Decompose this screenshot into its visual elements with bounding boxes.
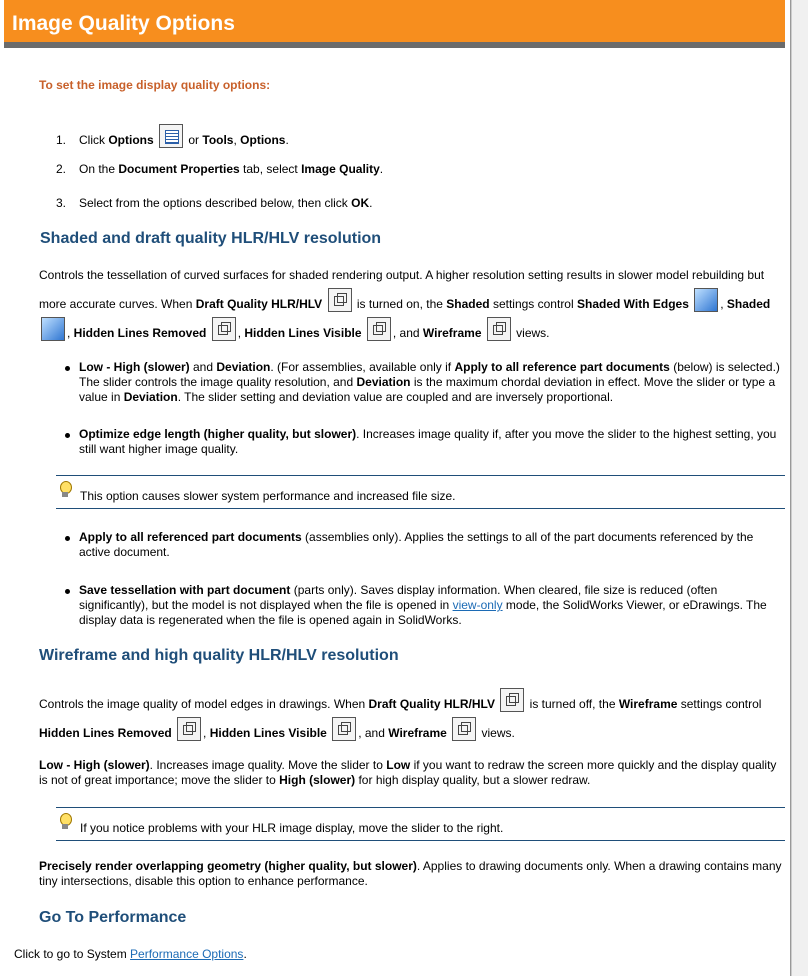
list-item: Apply to all referenced part documents (…	[56, 530, 784, 560]
step-1: 1. Click Options or Tools, Options.	[56, 124, 289, 148]
view-only-link[interactable]: view-only	[453, 598, 503, 612]
section-heading-wireframe: Wireframe and high quality HLR/HLV resol…	[39, 647, 399, 664]
step-2: 2. On the Document Properties tab, select…	[56, 162, 384, 176]
bullet-icon	[65, 433, 70, 438]
go-to-performance-text: Click to go to System Performance Option…	[14, 947, 247, 961]
bullet-icon	[65, 366, 70, 371]
hidden-lines-removed-icon[interactable]	[177, 717, 202, 741]
performance-options-link[interactable]: Performance Options	[130, 947, 243, 961]
page-title: Image Quality Options	[12, 12, 235, 35]
draft-quality-icon[interactable]	[500, 688, 525, 712]
shaded-icon[interactable]	[41, 317, 65, 341]
hidden-lines-visible-icon[interactable]	[366, 317, 391, 341]
lightbulb-icon	[58, 481, 72, 499]
hidden-lines-removed-icon[interactable]	[211, 317, 236, 341]
shaded-with-edges-icon[interactable]	[694, 288, 719, 312]
wireframe-icon[interactable]	[452, 717, 477, 741]
title-bar: Image Quality Options	[4, 0, 785, 48]
intro-text: To set the image display quality options…	[39, 78, 271, 92]
bullet-icon	[65, 536, 70, 541]
wireframe-icon[interactable]	[486, 317, 511, 341]
vertical-scrollbar[interactable]	[791, 0, 808, 976]
precise-render-paragraph: Precisely render overlapping geometry (h…	[39, 859, 782, 888]
list-item: Optimize edge length (higher quality, bu…	[56, 427, 784, 457]
section-heading-shaded: Shaded and draft quality HLR/HLV resolut…	[40, 230, 382, 247]
low-high-paragraph: Low - High (slower). Increases image qua…	[39, 758, 777, 787]
list-item: Low - High (slower) and Deviation. (For …	[56, 360, 784, 405]
note-box: This option causes slower system perform…	[56, 475, 785, 509]
lightbulb-icon	[58, 813, 72, 831]
list-item: Save tessellation with part document (pa…	[56, 583, 784, 628]
section-heading-performance: Go To Performance	[39, 909, 187, 926]
draft-quality-icon[interactable]	[327, 288, 352, 312]
options-icon[interactable]	[159, 124, 184, 148]
section2-paragraph: Controls the image quality of model edge…	[39, 688, 784, 746]
step-3: 3. Select from the options described belo…	[56, 196, 373, 210]
help-window: Image Quality Options To set the image d…	[0, 0, 791, 976]
bullet-icon	[65, 589, 70, 594]
hidden-lines-visible-icon[interactable]	[332, 717, 357, 741]
section1-paragraph: Controls the tessellation of curved surf…	[39, 268, 771, 341]
note-box: If you notice problems with your HLR ima…	[56, 807, 785, 841]
